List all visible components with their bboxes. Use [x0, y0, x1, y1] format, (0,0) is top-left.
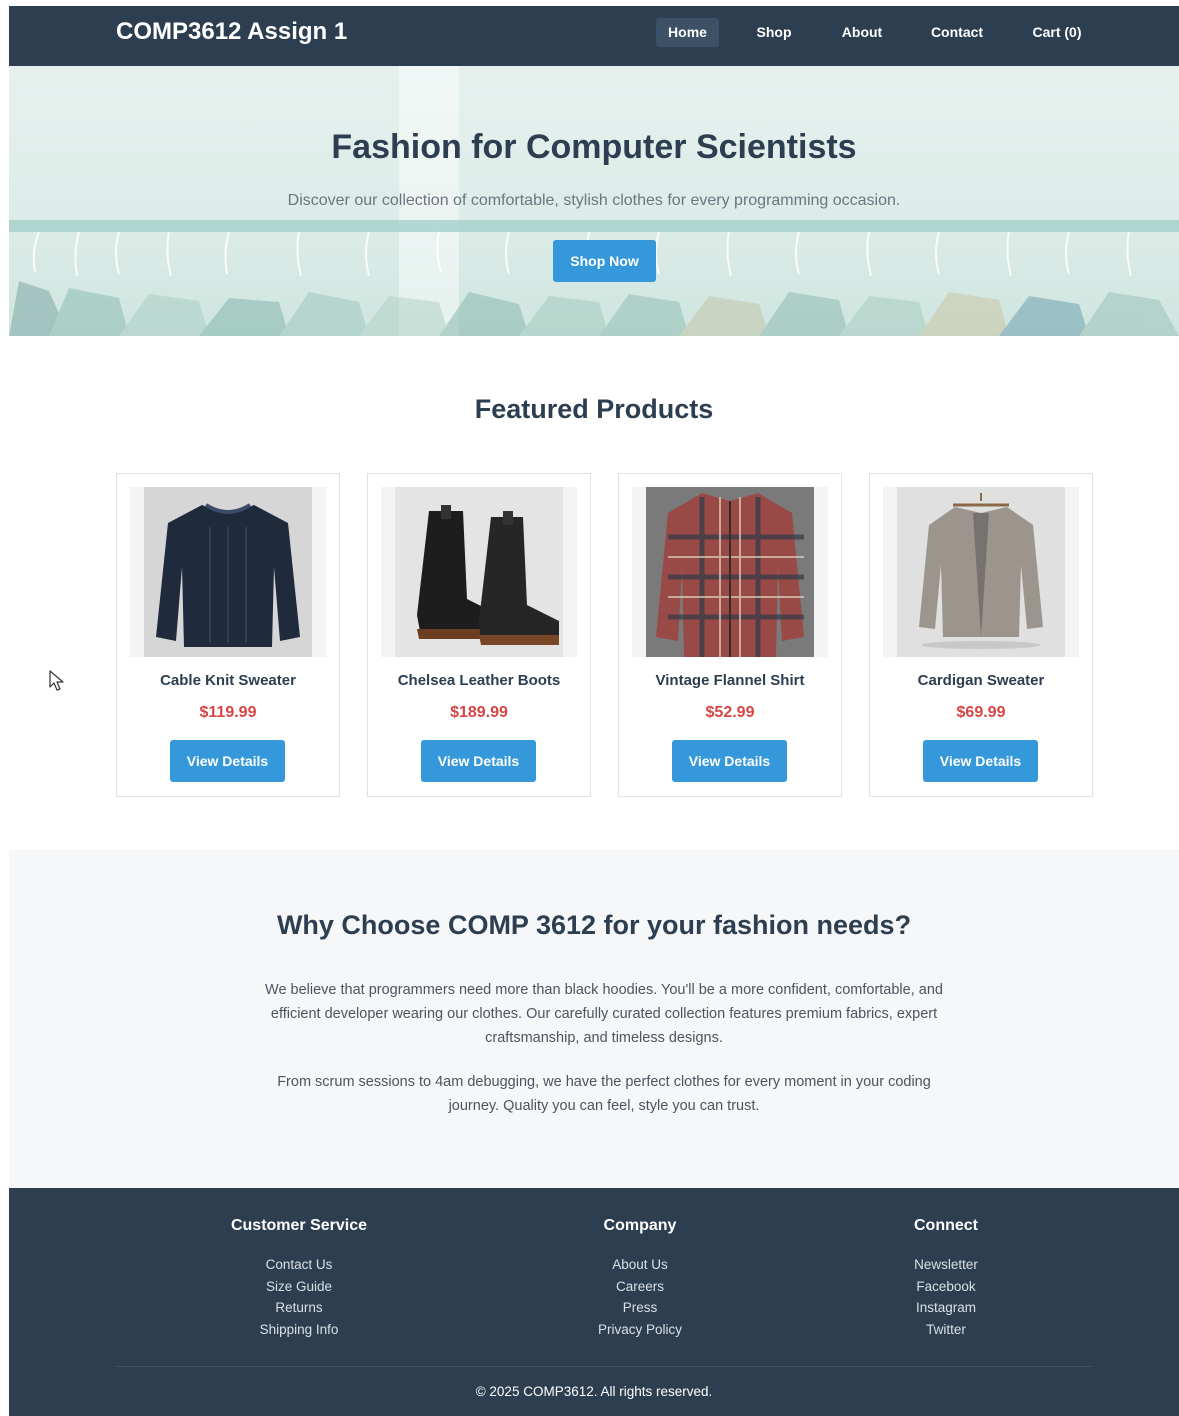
product-price: $69.99 [956, 704, 1006, 721]
view-details-button[interactable]: View Details [672, 740, 787, 782]
product-name[interactable]: Chelsea Leather Boots [368, 672, 590, 689]
cardigan-image [883, 487, 1079, 657]
product-name[interactable]: Vintage Flannel Shirt [619, 672, 841, 689]
flannel-image [632, 487, 828, 657]
copyright-text: © 2025 COMP3612. All rights reserved. [475, 1384, 713, 1399]
footer-heading: Connect [914, 1217, 978, 1234]
navbar: COMP3612 Assign 1 Home Shop About Contac… [9, 6, 1179, 66]
footer-heading: Company [603, 1217, 677, 1234]
footer-divider [116, 1366, 1092, 1367]
product-price: $119.99 [199, 704, 257, 721]
featured-products-title: Featured Products [474, 394, 714, 424]
footer-link-twitter[interactable]: Twitter [846, 1319, 1046, 1341]
product-card: Vintage Flannel Shirt $52.99 View Detail… [618, 473, 842, 797]
product-name[interactable]: Cable Knit Sweater [117, 672, 339, 689]
footer-link-contact-us[interactable]: Contact Us [199, 1254, 399, 1276]
product-price: $52.99 [705, 704, 755, 721]
footer-link-facebook[interactable]: Facebook [846, 1276, 1046, 1298]
nav-home[interactable]: Home [656, 18, 719, 47]
footer-link-shipping-info[interactable]: Shipping Info [199, 1319, 399, 1341]
nav-about[interactable]: About [831, 18, 893, 47]
product-card: Cable Knit Sweater $119.99 View Details [116, 473, 340, 797]
footer-link-about-us[interactable]: About Us [540, 1254, 740, 1276]
product-card: Chelsea Leather Boots $189.99 View Detai… [367, 473, 591, 797]
mouse-cursor-icon [49, 670, 64, 691]
hero-subtitle: Discover our collection of comfortable, … [287, 192, 901, 209]
why-choose-paragraph-2: From scrum sessions to 4am debugging, we… [277, 1074, 931, 1114]
footer-column-customer-service: Customer Service Contact Us Size Guide R… [199, 1216, 399, 1340]
why-choose-title: Why Choose COMP 3612 for your fashion ne… [276, 910, 912, 940]
brand-logo[interactable]: COMP3612 Assign 1 [116, 18, 347, 46]
nav-contact[interactable]: Contact [921, 18, 993, 47]
hero-title: Fashion for Computer Scientists [331, 128, 857, 166]
footer-link-size-guide[interactable]: Size Guide [199, 1276, 399, 1298]
nav-cart[interactable]: Cart (0) [1023, 18, 1091, 47]
footer-link-press[interactable]: Press [540, 1297, 740, 1319]
view-details-button[interactable]: View Details [923, 740, 1038, 782]
footer-heading: Customer Service [230, 1217, 368, 1234]
boots-image [381, 487, 577, 657]
nav-shop[interactable]: Shop [744, 18, 804, 47]
footer-link-newsletter[interactable]: Newsletter [846, 1254, 1046, 1276]
view-details-button[interactable]: View Details [170, 740, 285, 782]
product-card: Cardigan Sweater $69.99 View Details [869, 473, 1093, 797]
sweater-image [130, 487, 326, 657]
footer-link-privacy-policy[interactable]: Privacy Policy [540, 1319, 740, 1341]
hero-banner: Fashion for Computer Scientists Discover… [9, 66, 1179, 336]
footer-link-instagram[interactable]: Instagram [846, 1297, 1046, 1319]
why-choose-section: Why Choose COMP 3612 for your fashion ne… [9, 850, 1179, 1188]
view-details-button[interactable]: View Details [421, 740, 536, 782]
shop-now-button[interactable]: Shop Now [553, 240, 656, 282]
footer-column-company: Company About Us Careers Press Privacy P… [540, 1216, 740, 1340]
footer-link-careers[interactable]: Careers [540, 1276, 740, 1298]
why-choose-paragraph-1: We believe that programmers need more th… [265, 982, 943, 1046]
footer-link-returns[interactable]: Returns [199, 1297, 399, 1319]
page: COMP3612 Assign 1 Home Shop About Contac… [9, 6, 1179, 1416]
footer-column-connect: Connect Newsletter Facebook Instagram Tw… [846, 1216, 1046, 1340]
product-name[interactable]: Cardigan Sweater [870, 672, 1092, 689]
product-price: $189.99 [450, 704, 508, 721]
footer: Customer Service Contact Us Size Guide R… [9, 1188, 1179, 1416]
